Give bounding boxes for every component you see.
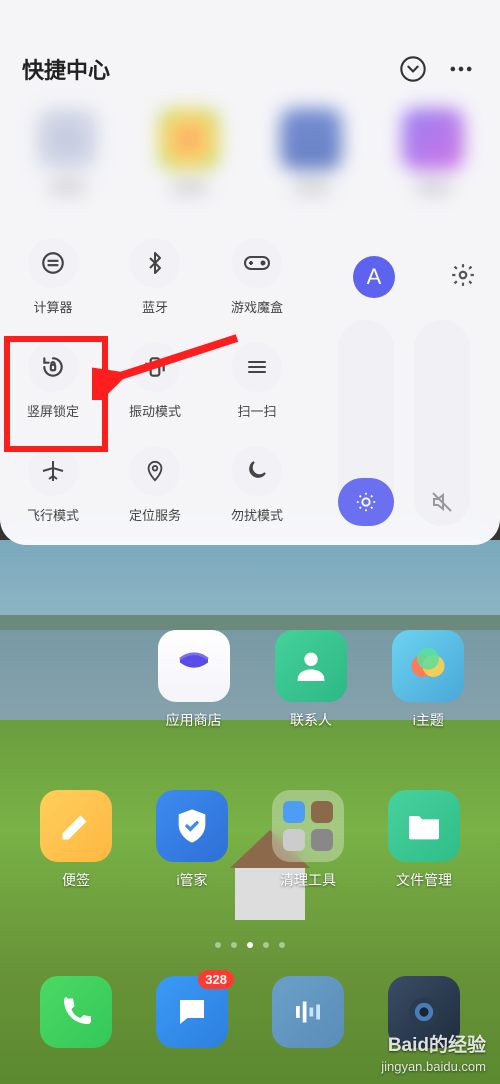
page-indicator [0, 942, 500, 948]
dock-messages[interactable]: 328 [137, 976, 247, 1048]
collapse-icon[interactable] [396, 52, 430, 86]
toggle-location[interactable]: 定位服务 [106, 442, 204, 546]
app-contacts[interactable]: 联系人 [257, 630, 364, 730]
app-theme[interactable]: i主题 [375, 630, 482, 730]
quick-settings-panel: 快捷中心 计算器 蓝牙 游戏魔盒 竖屏锁定 振动模式 扫一扫 飞行模式 定位服务… [0, 0, 500, 545]
toggle-airplane[interactable]: 飞行模式 [4, 442, 102, 546]
app-label: 文件管理 [396, 870, 452, 890]
dock-recorder[interactable] [253, 976, 363, 1048]
recent-apps-blurred [0, 94, 500, 234]
app-imanager[interactable]: i管家 [137, 790, 247, 890]
toggle-scan[interactable]: 扫一扫 [208, 338, 306, 442]
toggle-calculator[interactable]: 计算器 [4, 234, 102, 338]
toggle-vibrate[interactable]: 振动模式 [106, 338, 204, 442]
app-label: i主题 [413, 710, 444, 730]
toggle-bluetooth[interactable]: 蓝牙 [106, 234, 204, 338]
app-notes[interactable]: 便签 [21, 790, 131, 890]
settings-icon[interactable] [450, 262, 476, 293]
app-label: i管家 [176, 870, 207, 890]
app-files[interactable]: 文件管理 [369, 790, 479, 890]
brightness-slider[interactable] [338, 320, 394, 526]
volume-slider[interactable] [414, 320, 470, 526]
app-store[interactable]: 应用商店 [140, 630, 247, 730]
toggle-dnd[interactable]: 勿扰模式 [208, 442, 306, 546]
panel-title: 快捷中心 [22, 53, 382, 85]
app-label: 联系人 [290, 710, 332, 730]
dock-phone[interactable] [21, 976, 131, 1048]
font-size-chip[interactable]: A [353, 256, 395, 298]
app-label: 清理工具 [280, 870, 336, 890]
more-icon[interactable] [444, 52, 478, 86]
badge: 328 [198, 970, 234, 989]
app-cleanup-folder[interactable]: 清理工具 [253, 790, 363, 890]
toggle-gamebox[interactable]: 游戏魔盒 [208, 234, 306, 338]
toggle-rotation-lock[interactable]: 竖屏锁定 [4, 338, 102, 442]
watermark: Baid的经验 jingyan.baidu.com [381, 1034, 486, 1076]
app-label: 便签 [62, 870, 90, 890]
app-label: 应用商店 [166, 710, 222, 730]
mute-icon [414, 490, 470, 514]
